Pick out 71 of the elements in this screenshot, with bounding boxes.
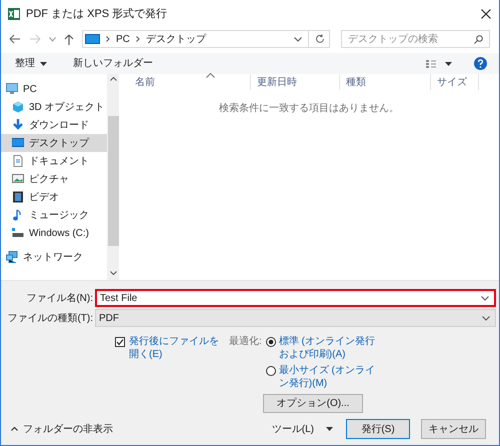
caret-icon [40, 62, 47, 66]
chevron-icon [136, 36, 140, 42]
sidebar-item[interactable]: ピクチャ [1, 170, 107, 188]
dropdown-caret-icon [481, 296, 489, 300]
options-button[interactable]: オプション(O)... [263, 394, 363, 413]
column-header[interactable]: サイズ [431, 74, 479, 90]
chevron-icon [106, 36, 110, 42]
hide-folders-button[interactable]: フォルダーの非表示 [11, 422, 113, 436]
caret-icon [326, 427, 333, 431]
path-segment[interactable]: デスクトップ [146, 32, 206, 46]
dropdown-caret-icon[interactable] [294, 36, 302, 42]
column-header[interactable]: 更新日時 [251, 74, 340, 90]
file-type-dropdown[interactable]: PDF [95, 309, 496, 327]
up-arrow-icon[interactable] [64, 34, 74, 44]
field-label: ファイルの種類(T): [6, 312, 94, 326]
radio-button[interactable] [266, 366, 276, 376]
cube-icon [12, 101, 24, 113]
organize-menu[interactable]: 整理 [15, 56, 47, 71]
new-folder-button[interactable]: 新しいフォルダー [73, 56, 153, 71]
picture-icon [12, 173, 24, 185]
search-field[interactable]: デスクトップの検索 [341, 30, 490, 48]
network-icon [6, 251, 18, 263]
column-header[interactable]: 種類 [340, 74, 431, 90]
down-arrow-icon [12, 119, 24, 131]
sidebar-item[interactable]: ダウンロード [1, 116, 107, 134]
scrollbar[interactable] [107, 74, 119, 280]
view-caret-icon[interactable] [445, 62, 452, 66]
window-title: PDF または XPS 形式で発行 [26, 6, 168, 22]
address-bar[interactable]: PC デスクトップ [82, 30, 330, 48]
sidebar-item[interactable]: PC [1, 80, 107, 98]
help-icon[interactable] [474, 57, 487, 70]
caret-up-icon [11, 427, 18, 431]
computer-icon [6, 83, 18, 95]
sidebar-item[interactable]: ミュージック [1, 206, 107, 224]
monitor-icon [12, 137, 24, 149]
back-arrow-icon[interactable] [9, 34, 21, 44]
document-icon [12, 155, 24, 167]
tools-menu[interactable]: ツール(L) [272, 422, 333, 436]
search-icon [474, 34, 483, 44]
cancel-button[interactable]: キャンセル [421, 419, 486, 439]
view-options-icon[interactable] [426, 60, 436, 68]
film-icon [12, 191, 24, 203]
excel-icon [8, 8, 20, 20]
radio-label[interactable]: 最小サイズ (オンライン発行)(M) [278, 364, 384, 390]
publish-button[interactable]: 発行(S) [346, 419, 410, 439]
path-segment[interactable]: PC [116, 32, 130, 46]
close-icon[interactable] [481, 9, 491, 19]
dropdown-caret-icon [482, 316, 490, 320]
scroll-up-icon[interactable] [110, 77, 116, 81]
radio-button[interactable] [266, 337, 276, 347]
scroll-thumb[interactable] [108, 116, 118, 246]
drive-icon [12, 227, 24, 239]
column-header[interactable]: 名前 [119, 74, 251, 90]
file-name-field[interactable]: Test File [95, 289, 496, 307]
optimize-label: 最適化: [229, 335, 262, 349]
music-note-icon [12, 209, 24, 221]
scroll-down-icon[interactable] [110, 271, 116, 275]
sidebar-item[interactable]: ビデオ [1, 188, 107, 206]
checkbox-label[interactable]: 発行後にファイルを開く(E) [129, 335, 227, 361]
sidebar-item[interactable]: Windows (C:) [1, 224, 107, 242]
empty-message: 検索条件に一致する項目はありません。 [219, 102, 400, 116]
radio-label[interactable]: 標準 (オンライン発行および印刷)(A) [278, 335, 384, 361]
checkbox[interactable] [115, 337, 125, 347]
refresh-icon[interactable] [315, 34, 325, 44]
monitor-icon [85, 34, 100, 44]
sidebar-item[interactable]: デスクトップ [1, 134, 107, 152]
recent-caret-icon[interactable] [49, 36, 56, 42]
sidebar-item[interactable]: ネットワーク [1, 248, 107, 266]
field-label: ファイル名(N): [25, 292, 94, 306]
sidebar-item[interactable]: ドキュメント [1, 152, 107, 170]
sidebar-item[interactable]: 3D オブジェクト [1, 98, 107, 116]
